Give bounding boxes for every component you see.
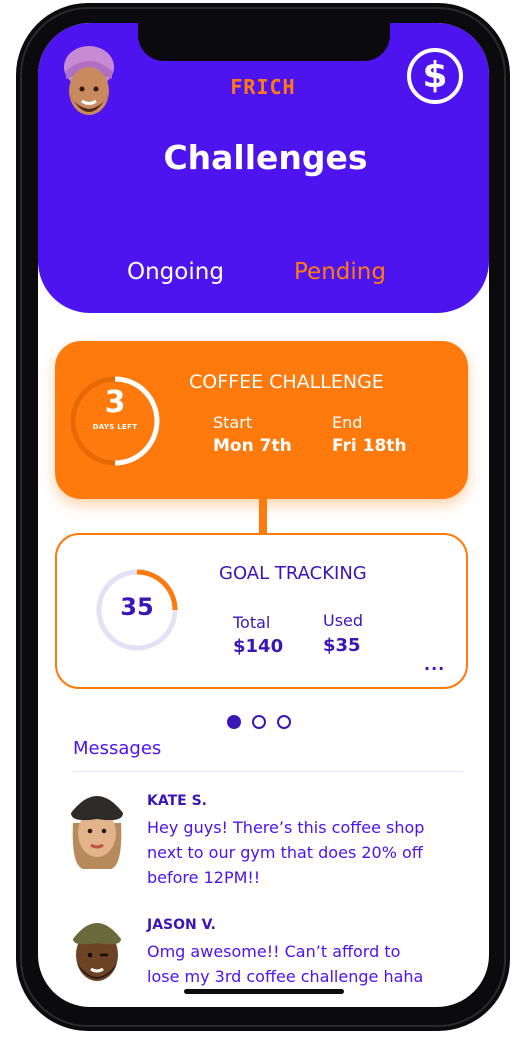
avatar-memoji-icon [64, 46, 114, 115]
page-title: Challenges [163, 138, 368, 177]
device-notch [138, 23, 390, 61]
start-label: Start [213, 413, 253, 432]
message-line: lose my 3rd coffee challenge haha [147, 967, 424, 986]
page-dot-2[interactable] [252, 715, 266, 729]
wallet-button[interactable]: $ [407, 48, 463, 104]
message-line: before 12PM!! [147, 868, 261, 887]
challenge-title: COFFEE CHALLENGE [189, 371, 384, 393]
message-text: Hey guys! There’s this coffee shop next … [147, 815, 447, 890]
message-line: Omg awesome!! Can’t afford to [147, 942, 401, 961]
messages-divider [73, 771, 463, 772]
message-line: next to our gym that does 20% off [147, 843, 423, 862]
page-dot-3[interactable] [277, 715, 291, 729]
end-label: End [332, 413, 363, 432]
more-options-icon[interactable]: ... [424, 655, 445, 674]
avatar-memoji-icon [71, 796, 123, 869]
message-line: Hey guys! There’s this coffee shop [147, 818, 425, 837]
tab-pending[interactable]: Pending [294, 259, 386, 285]
brand-logo: FRICH [230, 75, 296, 99]
days-left-count: 3 [104, 385, 126, 420]
card-connector [259, 499, 267, 533]
days-left-label: DAYS LEFT [92, 423, 138, 431]
end-value: Fri 18th [332, 436, 407, 456]
user-avatar[interactable] [58, 41, 120, 127]
goal-title: GOAL TRACKING [219, 563, 367, 584]
avatar-memoji-icon [73, 923, 121, 981]
message-author: KATE S. [147, 793, 207, 809]
used-label: Used [323, 611, 364, 630]
messages-heading: Messages [73, 738, 162, 759]
used-value: $35 [323, 635, 361, 656]
message-text: Omg awesome!! Can’t afford to lose my 3r… [147, 939, 447, 989]
dollar-icon: $ [422, 55, 448, 96]
challenge-card[interactable]: 3 DAYS LEFT COFFEE CHALLENGE Start Mon 7… [55, 341, 468, 499]
app-screen: FRICH $ Challenges Ongoing Pending 3 DAY… [38, 23, 489, 1007]
goal-tracking-card[interactable]: 35 GOAL TRACKING Total $140 Used $35 ... [55, 533, 468, 689]
page-dot-1[interactable] [227, 715, 241, 729]
avatar-jason[interactable] [63, 907, 131, 997]
header: FRICH $ Challenges Ongoing Pending [38, 23, 489, 313]
tab-ongoing[interactable]: Ongoing [127, 259, 224, 285]
total-label: Total [233, 613, 271, 632]
total-value: $140 [233, 636, 284, 657]
start-value: Mon 7th [213, 436, 292, 456]
page-indicator [227, 715, 307, 735]
message-author: JASON V. [147, 917, 216, 933]
avatar-kate[interactable] [63, 783, 131, 873]
goal-used-amount: 35 [120, 593, 154, 621]
home-indicator[interactable] [184, 989, 344, 994]
